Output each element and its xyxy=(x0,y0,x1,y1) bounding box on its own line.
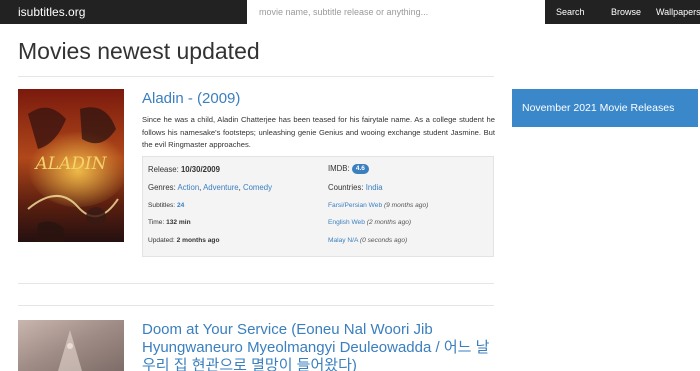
svg-text:ALADIN: ALADIN xyxy=(33,154,107,174)
poster-image: ALADIN xyxy=(18,89,124,242)
updated-label: Updated: xyxy=(148,237,175,244)
release-row: Release: 10/30/2009 xyxy=(148,165,220,174)
subtitles-label: Subtitles: xyxy=(148,202,176,209)
movie-title-link[interactable]: Aladin - (2009) xyxy=(142,90,240,108)
page-title: Movies newest updated xyxy=(18,38,260,64)
movie-synopsis: Since he was a child, Aladin Chatterjee … xyxy=(142,115,495,149)
subtitle-lang-age: (2 months ago) xyxy=(366,219,412,226)
subtitle-lang-row: Farsi/Persian Web (9 months ago) xyxy=(328,202,428,209)
time-label: Time: xyxy=(148,219,165,226)
top-navbar: isubtitles.org Search Browse Wallpapers xyxy=(0,0,700,24)
genre-link[interactable]: Adventure xyxy=(203,183,239,192)
subtitle-lang-link[interactable]: Malay N/A xyxy=(328,237,358,244)
release-value: 10/30/2009 xyxy=(180,165,220,174)
search-button[interactable]: Search xyxy=(556,6,585,18)
title-divider xyxy=(18,76,494,77)
country-link[interactable]: India xyxy=(366,183,383,192)
movie-details-panel: Release: 10/30/2009 IMDB: 4.6 Genres: Ac… xyxy=(142,156,494,257)
release-label: Release: xyxy=(148,165,179,174)
movie-divider xyxy=(18,283,494,284)
subtitle-lang-link[interactable]: Farsi/Persian Web xyxy=(328,202,382,209)
countries-label: Countries: xyxy=(328,183,364,192)
countries-row: Countries: India xyxy=(328,183,383,192)
updated-value: 2 months ago xyxy=(176,237,220,244)
search-input[interactable] xyxy=(247,0,545,24)
subtitle-lang-link[interactable]: English Web xyxy=(328,219,365,226)
genre-link[interactable]: Comedy xyxy=(243,183,272,192)
movie-title-link[interactable]: Doom at Your Service (Eoneu Nal Woori Ji… xyxy=(142,321,494,371)
time-value: 132 min xyxy=(166,219,191,226)
subtitle-lang-age: (0 seconds ago) xyxy=(359,237,408,244)
subtitle-lang-row: English Web (2 months ago) xyxy=(328,219,411,226)
genres-row: Genres: Action, Adventure, Comedy xyxy=(148,183,273,192)
poster-image xyxy=(18,320,124,371)
subtitle-lang-row: Malay N/A (0 seconds ago) xyxy=(328,237,407,244)
subtitles-row: Subtitles: 24 xyxy=(148,202,184,209)
imdb-label: IMDB: xyxy=(328,164,350,173)
genres-label: Genres: xyxy=(148,183,176,192)
subtitle-lang-age: (9 months ago) xyxy=(383,202,429,209)
movie-poster-aladin[interactable]: ALADIN xyxy=(18,89,124,242)
updated-row: Updated: 2 months ago xyxy=(148,237,219,244)
nav-browse-link[interactable]: Browse xyxy=(611,6,641,18)
time-row: Time: 132 min xyxy=(148,219,191,226)
genre-link[interactable]: Action xyxy=(178,183,200,192)
movie-poster-doom[interactable] xyxy=(18,320,124,371)
movie-divider xyxy=(18,305,494,306)
subtitles-count[interactable]: 24 xyxy=(177,202,184,209)
site-logo-link[interactable]: isubtitles.org xyxy=(18,4,85,20)
nav-wallpapers-link[interactable]: Wallpapers xyxy=(656,6,700,18)
imdb-row: IMDB: 4.6 xyxy=(328,164,369,174)
sidebar-release-box[interactable]: November 2021 Movie Releases xyxy=(512,89,698,127)
imdb-rating-badge: 4.6 xyxy=(351,164,369,174)
